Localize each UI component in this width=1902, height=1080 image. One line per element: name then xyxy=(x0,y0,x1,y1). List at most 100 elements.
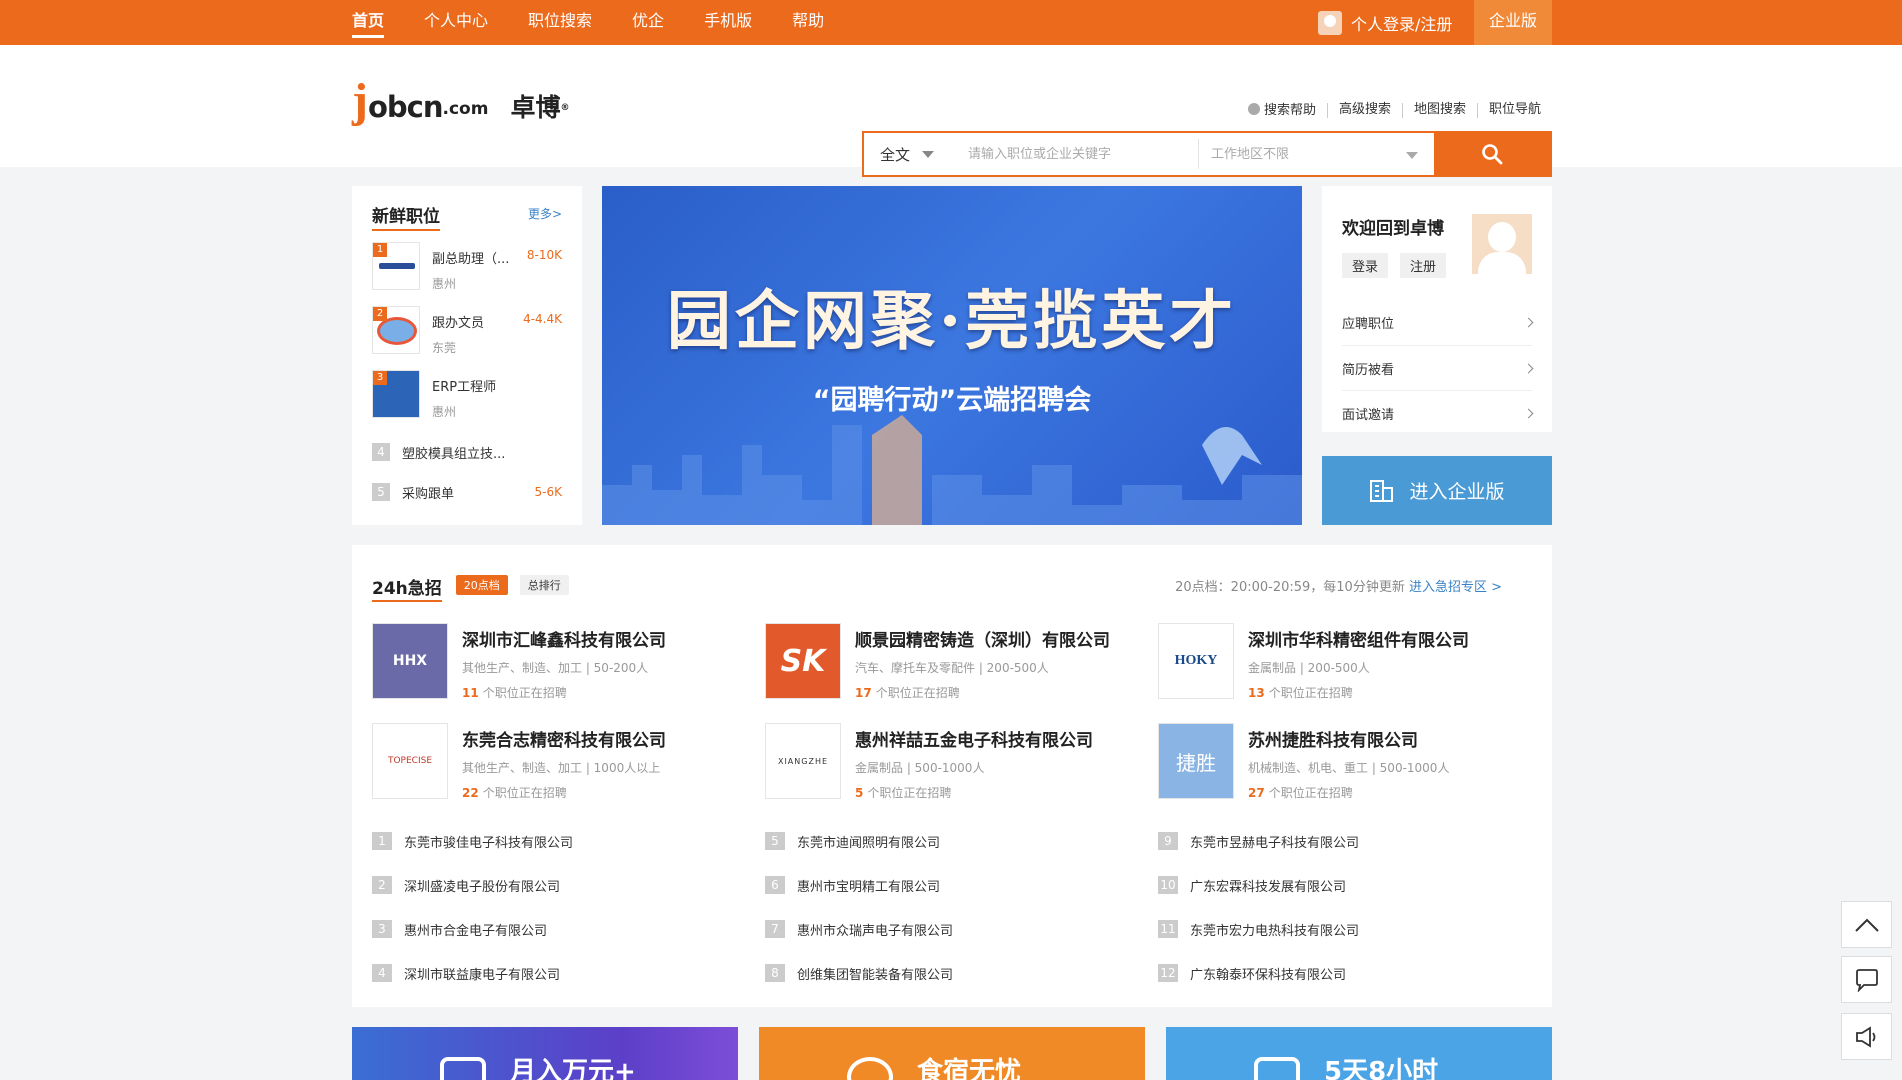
chevron-right-icon xyxy=(1523,363,1534,373)
list-item[interactable]: 6 惠州市宝明精工有限公司 xyxy=(765,863,1158,907)
advanced-search-link[interactable]: 高级搜索 xyxy=(1326,103,1402,118)
fresh-jobs-more-link[interactable]: 更多> xyxy=(528,205,562,222)
banner-high-salary[interactable]: 月入万元+ xyxy=(352,1027,738,1080)
enterprise-edition-link[interactable]: 企业版 xyxy=(1474,0,1552,45)
register-button[interactable]: 注册 xyxy=(1400,253,1447,278)
area-select[interactable] xyxy=(1198,139,1434,169)
fresh-jobs-panel: 新鲜职位 更多> 1 副总助理（... 8-10K 惠州 2 跟办文员 4-4.4K… xyxy=(352,186,582,525)
banner-five-day-week-label: 5天8小时 xyxy=(1324,1057,1439,1080)
logo-com: .com xyxy=(442,99,489,119)
applied-jobs-link[interactable]: 应聘职位 xyxy=(1342,300,1534,345)
top-nav: 首页 个人中心 职位搜索 优企 手机版 帮助 xyxy=(352,0,864,45)
personal-login-link[interactable]: 个人登录/注册 xyxy=(1318,0,1452,45)
nav-personal-center[interactable]: 个人中心 xyxy=(424,0,488,45)
back-to-top-button[interactable] xyxy=(1841,901,1892,948)
feedback-button[interactable] xyxy=(1841,1013,1892,1060)
list-item[interactable]: 10 广东宏霖科技发展有限公司 xyxy=(1158,863,1551,907)
job-salary: 8-10K xyxy=(526,248,562,262)
company-card[interactable]: XIANGZHE 惠州祥喆五金电子科技有限公司 金属制品 | 500-1000人 5… xyxy=(765,723,1158,800)
login-label: 个人登录/注册 xyxy=(1351,14,1453,34)
nav-home[interactable]: 首页 xyxy=(352,0,385,38)
list-item[interactable]: 11 东莞市宏力电热科技有限公司 xyxy=(1158,907,1551,951)
rank-number: 8 xyxy=(765,964,785,982)
company-logo-text: HHX xyxy=(392,653,428,669)
main-banner[interactable]: 园企网聚·莞揽英才 “园聘行动”云端招聘会 xyxy=(602,186,1302,525)
tab-total-rank[interactable]: 总排行 xyxy=(519,575,569,595)
nav-mobile[interactable]: 手机版 xyxy=(704,0,752,45)
company-logo: 1 xyxy=(372,242,420,290)
job-item[interactable]: 5 采购跟单 5-6K xyxy=(372,472,562,512)
logo-obcn: obcn xyxy=(367,90,444,124)
list-item[interactable]: 3 惠州市合金电子有限公司 xyxy=(372,907,765,951)
rank-number: 5 xyxy=(372,483,390,501)
chevron-right-icon xyxy=(1523,408,1534,418)
list-item[interactable]: 1 东莞市骏佳电子科技有限公司 xyxy=(372,819,765,863)
nav-job-search[interactable]: 职位搜索 xyxy=(528,0,592,45)
jobs-count-label: 个职位正在招聘 xyxy=(875,686,960,700)
list-item[interactable]: 9 东莞市昱赫电子科技有限公司 xyxy=(1158,819,1551,863)
search-type-select[interactable]: 全文 xyxy=(864,133,956,175)
speaker-icon xyxy=(1855,1025,1875,1048)
company-logo-text: SK xyxy=(780,643,826,679)
tab-20-oclock[interactable]: 20点档 xyxy=(455,575,508,595)
company-name: 创维集团智能装备有限公司 xyxy=(797,967,954,983)
company-name: 东莞市宏力电热科技有限公司 xyxy=(1190,923,1360,939)
job-item[interactable]: 3 ERP工程师 惠州 xyxy=(372,368,562,432)
jobcn-logo[interactable]: j obcn .com 卓博® xyxy=(352,75,569,127)
company-card[interactable]: SK 顺景园精密铸造（深圳）有限公司 汽车、摩托车及零配件 | 200-500人 1… xyxy=(765,623,1158,700)
enter-enterprise-button[interactable]: 进入企业版 xyxy=(1322,456,1552,525)
list-item[interactable]: 4 深圳市联益康电子有限公司 xyxy=(372,951,765,995)
company-card[interactable]: HOKY 深圳市华科精密组件有限公司 金属制品 | 200-500人 13 个职位正在… xyxy=(1158,623,1551,701)
list-item[interactable]: 12 广东翰泰环保科技有限公司 xyxy=(1158,951,1551,995)
company-card[interactable]: TOPECISE 东莞合志精密科技有限公司 其他生产、制造、加工 | 1000人以… xyxy=(372,723,765,800)
list-item[interactable]: 8 创维集团智能装备有限公司 xyxy=(765,951,1158,995)
list-item[interactable]: 5 东莞市迪闻照明有限公司 xyxy=(765,819,1158,863)
job-item[interactable]: 1 副总助理（... 8-10K 惠州 xyxy=(372,240,562,304)
list-item[interactable]: 2 深圳盛凌电子股份有限公司 xyxy=(372,863,765,907)
banner-five-day-week[interactable]: 5天8小时 xyxy=(1166,1027,1552,1080)
banner-high-salary-label: 月入万元+ xyxy=(510,1057,636,1080)
chat-button[interactable] xyxy=(1841,956,1892,1003)
nav-top-companies[interactable]: 优企 xyxy=(632,0,664,45)
jobs-count-number: 5 xyxy=(855,786,864,800)
search-button[interactable] xyxy=(1434,133,1550,175)
company-industry: 汽车、摩托车及零配件 | 200-500人 xyxy=(855,661,1049,675)
company-card[interactable]: 捷胜 苏州捷胜科技有限公司 机械制造、机电、重工 | 500-1000人 27 个职位… xyxy=(1158,723,1551,801)
keyword-input[interactable] xyxy=(956,133,1198,175)
user-avatar-icon xyxy=(1318,10,1342,35)
login-button[interactable]: 登录 xyxy=(1342,253,1389,278)
money-icon xyxy=(440,1057,486,1080)
company-card[interactable]: HHX 深圳市汇峰鑫科技有限公司 其他生产、制造、加工 | 50-200人 11 个职… xyxy=(372,623,765,701)
company-jobs-count: 13 个职位正在招聘 xyxy=(1248,684,1469,701)
company-jobs-count: 11 个职位正在招聘 xyxy=(462,684,666,701)
rank-number: 10 xyxy=(1158,876,1178,894)
enter-enterprise-label: 进入企业版 xyxy=(1409,481,1505,503)
rank-number: 6 xyxy=(765,876,785,894)
urgent-title: 24h急招 xyxy=(372,574,442,602)
job-title: ERP工程师 xyxy=(432,380,497,395)
interview-invites-label: 面试邀请 xyxy=(1342,407,1395,423)
resume-viewed-link[interactable]: 简历被看 xyxy=(1342,345,1534,390)
job-item[interactable]: 2 跟办文员 4-4.4K 东莞 xyxy=(372,304,562,368)
company-jobs-count: 27 个职位正在招聘 xyxy=(1248,784,1449,801)
job-title: 副总助理（... xyxy=(432,252,510,267)
urgent-zone-link[interactable]: 进入急招专区 > xyxy=(1409,580,1502,595)
job-item[interactable]: 4 塑胶模具组立技... xyxy=(372,432,562,472)
search-help-link[interactable]: 搜索帮助 xyxy=(1237,103,1327,118)
interview-invites-link[interactable]: 面试邀请 xyxy=(1342,390,1534,435)
rank-number: 4 xyxy=(372,964,392,982)
welcome-panel: 欢迎回到卓博 登录 注册 应聘职位 简历被看 面试邀请 xyxy=(1322,186,1552,432)
job-navigation-link[interactable]: 职位导航 xyxy=(1476,103,1552,118)
company-logo: HOKY xyxy=(1158,623,1234,699)
urgent-info-text: 20点档：20:00-20:59，每10分钟更新 xyxy=(1175,579,1405,595)
map-search-link[interactable]: 地图搜索 xyxy=(1401,103,1477,118)
list-item[interactable]: 7 惠州市众瑞声电子有限公司 xyxy=(765,907,1158,951)
company-name: 惠州市众瑞声电子有限公司 xyxy=(797,923,954,939)
banner-room-board[interactable]: 食宿无忧 xyxy=(759,1027,1145,1080)
nav-help[interactable]: 帮助 xyxy=(792,0,824,45)
company-logo: SK xyxy=(765,623,841,699)
company-industry: 机械制造、机电、重工 | 500-1000人 xyxy=(1248,761,1450,775)
job-city: 惠州 xyxy=(432,277,457,291)
company-industry: 其他生产、制造、加工 | 1000人以上 xyxy=(462,761,661,775)
company-logo-text: XIANGZHE xyxy=(777,756,829,766)
